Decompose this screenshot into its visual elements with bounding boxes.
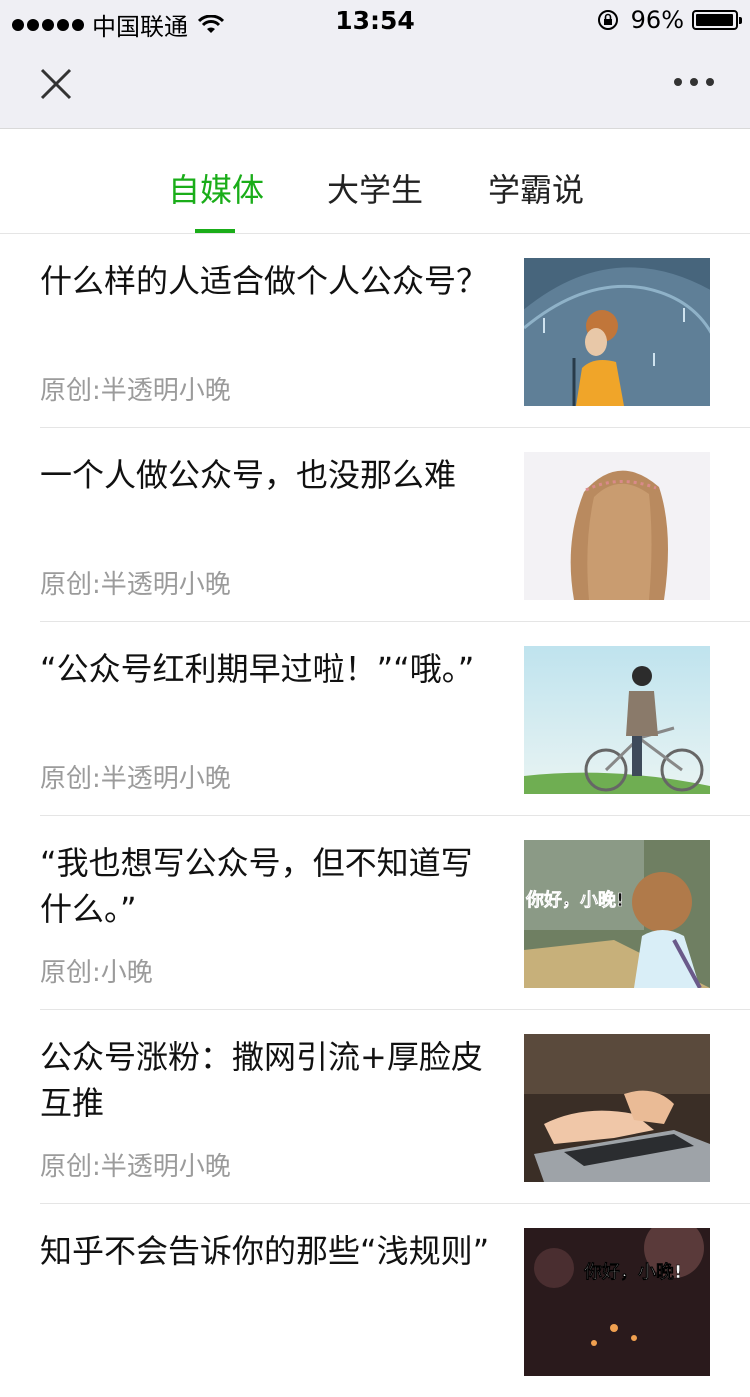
- article-item[interactable]: “我也想写公众号，但不知道写什么。” 原创:小晚 你好，小晚!: [40, 816, 750, 1010]
- article-item[interactable]: 知乎不会告诉你的那些“浅规则” 你好，小晚!: [40, 1204, 750, 1397]
- article-item[interactable]: 公众号涨粉：撒网引流+厚脸皮互推 原创:半透明小晚: [40, 1010, 750, 1204]
- article-source: 原创:半透明小晚: [40, 1152, 231, 1182]
- status-right: 96%: [597, 6, 742, 34]
- night-hello-image: 你好，小晚!: [524, 1228, 710, 1376]
- article-source: 原创:小晚: [40, 958, 153, 988]
- status-bar: 中国联通 13:54 96%: [0, 0, 750, 42]
- laptop-typing-image: [524, 1034, 710, 1182]
- tab-zimeiti[interactable]: 自媒体: [168, 165, 264, 211]
- rotation-lock-icon: [597, 10, 618, 30]
- article-title[interactable]: 知乎不会告诉你的那些“浅规则”: [40, 1228, 500, 1274]
- article-thumbnail[interactable]: [524, 646, 710, 794]
- article-thumbnail[interactable]: 你好，小晚!: [524, 840, 710, 988]
- battery-percent: 96%: [630, 6, 684, 34]
- article-thumbnail[interactable]: [524, 1034, 710, 1182]
- tab-xuebashuo[interactable]: 学霸说: [488, 165, 584, 211]
- battery-icon: [692, 10, 742, 30]
- active-tab-indicator: [195, 229, 235, 233]
- article-source: 原创:半透明小晚: [40, 376, 231, 406]
- article-source: 原创:半透明小晚: [40, 764, 231, 794]
- article-list: 什么样的人适合做个人公众号？ 原创:半透明小晚 一个人做公众号，也没那么难 原创…: [0, 234, 750, 1397]
- article-item[interactable]: 什么样的人适合做个人公众号？ 原创:半透明小晚: [40, 234, 750, 428]
- article-thumbnail[interactable]: [524, 452, 710, 600]
- tab-daxuesheng[interactable]: 大学生: [327, 165, 423, 211]
- article-source: 原创:半透明小晚: [40, 570, 231, 600]
- thumb-caption: 你好，小晚!: [525, 889, 624, 911]
- article-thumbnail[interactable]: 你好，小晚!: [524, 1228, 710, 1376]
- girl-hello-image: 你好，小晚!: [524, 840, 710, 988]
- nav-bar: [0, 42, 750, 129]
- article-title[interactable]: 公众号涨粉：撒网引流+厚脸皮互推: [40, 1034, 500, 1126]
- article-title[interactable]: “公众号红利期早过啦！”“哦。”: [40, 646, 500, 692]
- article-title[interactable]: “我也想写公众号，但不知道写什么。”: [40, 840, 500, 932]
- umbrella-girl-image: [524, 258, 710, 406]
- thumb-caption: 你好，小晚!: [583, 1261, 682, 1283]
- bicycle-girl-image: [524, 646, 710, 794]
- article-item[interactable]: “公众号红利期早过啦！”“哦。” 原创:半透明小晚: [40, 622, 750, 816]
- article-title[interactable]: 一个人做公众号，也没那么难: [40, 452, 500, 498]
- article-title[interactable]: 什么样的人适合做个人公众号？: [40, 258, 500, 304]
- article-item[interactable]: 一个人做公众号，也没那么难 原创:半透明小晚: [40, 428, 750, 622]
- tab-bar: 自媒体 大学生 学霸说: [0, 129, 750, 234]
- article-thumbnail[interactable]: [524, 258, 710, 406]
- close-icon[interactable]: [36, 64, 76, 104]
- long-hair-girl-image: [524, 452, 710, 600]
- more-icon[interactable]: [674, 78, 714, 86]
